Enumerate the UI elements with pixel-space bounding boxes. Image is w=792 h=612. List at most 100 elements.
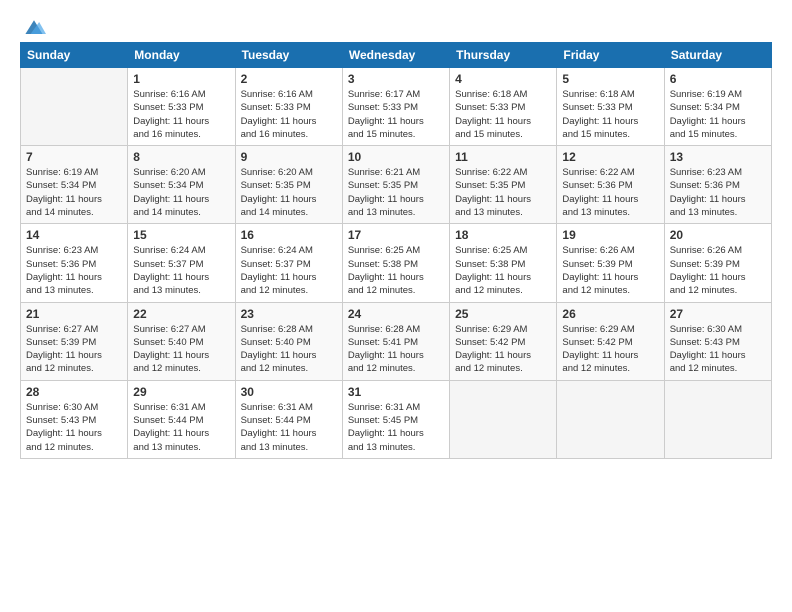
- day-cell: [557, 380, 664, 458]
- day-info: Sunrise: 6:24 AM Sunset: 5:37 PM Dayligh…: [241, 244, 337, 297]
- day-info: Sunrise: 6:25 AM Sunset: 5:38 PM Dayligh…: [455, 244, 551, 297]
- day-cell: [21, 68, 128, 146]
- day-info: Sunrise: 6:17 AM Sunset: 5:33 PM Dayligh…: [348, 88, 444, 141]
- day-cell: 14Sunrise: 6:23 AM Sunset: 5:36 PM Dayli…: [21, 224, 128, 302]
- day-info: Sunrise: 6:28 AM Sunset: 5:41 PM Dayligh…: [348, 323, 444, 376]
- day-info: Sunrise: 6:30 AM Sunset: 5:43 PM Dayligh…: [26, 401, 122, 454]
- day-number: 25: [455, 307, 551, 321]
- day-number: 30: [241, 385, 337, 399]
- day-info: Sunrise: 6:31 AM Sunset: 5:44 PM Dayligh…: [241, 401, 337, 454]
- day-number: 14: [26, 228, 122, 242]
- day-number: 10: [348, 150, 444, 164]
- day-cell: 18 Sunrise: 6:25 AM Sunset: 5:38 PM Dayli…: [450, 224, 557, 302]
- day-info: Sunrise: 6:20 AM Sunset: 5:35 PM Dayligh…: [241, 166, 337, 219]
- page-header: [20, 18, 772, 34]
- day-info: Sunrise: 6:16 AM Sunset: 5:33 PM Dayligh…: [133, 88, 229, 141]
- day-number: 2: [241, 72, 337, 86]
- day-cell: 5 Sunrise: 6:18 AM Sunset: 5:33 PM Daylig…: [557, 68, 664, 146]
- weekday-header-wednesday: Wednesday: [342, 43, 449, 68]
- day-cell: 20 Sunrise: 6:26 AM Sunset: 5:39 PM Dayli…: [664, 224, 771, 302]
- day-cell: 3 Sunrise: 6:17 AM Sunset: 5:33 PM Daylig…: [342, 68, 449, 146]
- day-number: 29: [133, 385, 229, 399]
- day-cell: 25 Sunrise: 6:29 AM Sunset: 5:42 PM Dayli…: [450, 302, 557, 380]
- day-cell: 26Sunrise: 6:29 AM Sunset: 5:42 PM Dayli…: [557, 302, 664, 380]
- day-cell: 21Sunrise: 6:27 AM Sunset: 5:39 PM Dayli…: [21, 302, 128, 380]
- weekday-header-monday: Monday: [128, 43, 235, 68]
- day-info: Sunrise: 6:18 AM Sunset: 5:33 PM Dayligh…: [562, 88, 658, 141]
- day-number: 22: [133, 307, 229, 321]
- week-row-3: 14Sunrise: 6:23 AM Sunset: 5:36 PM Dayli…: [21, 224, 772, 302]
- day-number: 28: [26, 385, 122, 399]
- day-info: Sunrise: 6:28 AM Sunset: 5:40 PM Dayligh…: [241, 323, 337, 376]
- day-info: Sunrise: 6:21 AM Sunset: 5:35 PM Dayligh…: [348, 166, 444, 219]
- day-number: 12: [562, 150, 658, 164]
- day-cell: 12 Sunrise: 6:22 AM Sunset: 5:36 PM Dayli…: [557, 146, 664, 224]
- day-cell: 28 Sunrise: 6:30 AM Sunset: 5:43 PM Dayli…: [21, 380, 128, 458]
- day-info: Sunrise: 6:23 AM Sunset: 5:36 PM Dayligh…: [670, 166, 766, 219]
- day-cell: 17 Sunrise: 6:25 AM Sunset: 5:38 PM Dayli…: [342, 224, 449, 302]
- day-cell: 4 Sunrise: 6:18 AM Sunset: 5:33 PM Daylig…: [450, 68, 557, 146]
- day-number: 24: [348, 307, 444, 321]
- day-number: 6: [670, 72, 766, 86]
- day-info: Sunrise: 6:26 AM Sunset: 5:39 PM Dayligh…: [670, 244, 766, 297]
- day-number: 9: [241, 150, 337, 164]
- day-number: 7: [26, 150, 122, 164]
- day-number: 3: [348, 72, 444, 86]
- week-row-2: 7 Sunrise: 6:19 AM Sunset: 5:34 PM Daylig…: [21, 146, 772, 224]
- day-number: 18: [455, 228, 551, 242]
- day-info: Sunrise: 6:22 AM Sunset: 5:36 PM Dayligh…: [562, 166, 658, 219]
- day-cell: 30 Sunrise: 6:31 AM Sunset: 5:44 PM Dayli…: [235, 380, 342, 458]
- day-cell: 6 Sunrise: 6:19 AM Sunset: 5:34 PM Daylig…: [664, 68, 771, 146]
- day-cell: 1 Sunrise: 6:16 AM Sunset: 5:33 PM Daylig…: [128, 68, 235, 146]
- day-info: Sunrise: 6:29 AM Sunset: 5:42 PM Dayligh…: [562, 323, 658, 376]
- weekday-header-tuesday: Tuesday: [235, 43, 342, 68]
- day-cell: 11Sunrise: 6:22 AM Sunset: 5:35 PM Dayli…: [450, 146, 557, 224]
- day-cell: [664, 380, 771, 458]
- day-info: Sunrise: 6:27 AM Sunset: 5:40 PM Dayligh…: [133, 323, 229, 376]
- day-cell: 27 Sunrise: 6:30 AM Sunset: 5:43 PM Dayli…: [664, 302, 771, 380]
- day-info: Sunrise: 6:26 AM Sunset: 5:39 PM Dayligh…: [562, 244, 658, 297]
- day-number: 19: [562, 228, 658, 242]
- day-info: Sunrise: 6:18 AM Sunset: 5:33 PM Dayligh…: [455, 88, 551, 141]
- day-cell: 10 Sunrise: 6:21 AM Sunset: 5:35 PM Dayli…: [342, 146, 449, 224]
- day-number: 27: [670, 307, 766, 321]
- day-number: 16: [241, 228, 337, 242]
- day-cell: 16 Sunrise: 6:24 AM Sunset: 5:37 PM Dayli…: [235, 224, 342, 302]
- day-info: Sunrise: 6:19 AM Sunset: 5:34 PM Dayligh…: [670, 88, 766, 141]
- day-number: 1: [133, 72, 229, 86]
- weekday-header-friday: Friday: [557, 43, 664, 68]
- day-cell: 23 Sunrise: 6:28 AM Sunset: 5:40 PM Dayli…: [235, 302, 342, 380]
- week-row-5: 28 Sunrise: 6:30 AM Sunset: 5:43 PM Dayli…: [21, 380, 772, 458]
- day-info: Sunrise: 6:30 AM Sunset: 5:43 PM Dayligh…: [670, 323, 766, 376]
- day-info: Sunrise: 6:16 AM Sunset: 5:33 PM Dayligh…: [241, 88, 337, 141]
- day-number: 31: [348, 385, 444, 399]
- day-info: Sunrise: 6:19 AM Sunset: 5:34 PM Dayligh…: [26, 166, 122, 219]
- day-info: Sunrise: 6:31 AM Sunset: 5:44 PM Dayligh…: [133, 401, 229, 454]
- day-number: 23: [241, 307, 337, 321]
- day-number: 8: [133, 150, 229, 164]
- day-number: 20: [670, 228, 766, 242]
- day-cell: 31 Sunrise: 6:31 AM Sunset: 5:45 PM Dayli…: [342, 380, 449, 458]
- day-info: Sunrise: 6:20 AM Sunset: 5:34 PM Dayligh…: [133, 166, 229, 219]
- logo: [20, 18, 46, 34]
- weekday-header-thursday: Thursday: [450, 43, 557, 68]
- day-number: 5: [562, 72, 658, 86]
- calendar-page: SundayMondayTuesdayWednesdayThursdayFrid…: [0, 0, 792, 612]
- day-number: 15: [133, 228, 229, 242]
- day-info: Sunrise: 6:25 AM Sunset: 5:38 PM Dayligh…: [348, 244, 444, 297]
- day-cell: 22 Sunrise: 6:27 AM Sunset: 5:40 PM Dayli…: [128, 302, 235, 380]
- week-row-1: 1 Sunrise: 6:16 AM Sunset: 5:33 PM Daylig…: [21, 68, 772, 146]
- day-info: Sunrise: 6:24 AM Sunset: 5:37 PM Dayligh…: [133, 244, 229, 297]
- day-cell: 2 Sunrise: 6:16 AM Sunset: 5:33 PM Daylig…: [235, 68, 342, 146]
- logo-icon: [22, 18, 46, 38]
- weekday-header-row: SundayMondayTuesdayWednesdayThursdayFrid…: [21, 43, 772, 68]
- day-number: 17: [348, 228, 444, 242]
- day-cell: 24 Sunrise: 6:28 AM Sunset: 5:41 PM Dayli…: [342, 302, 449, 380]
- day-info: Sunrise: 6:31 AM Sunset: 5:45 PM Dayligh…: [348, 401, 444, 454]
- day-info: Sunrise: 6:29 AM Sunset: 5:42 PM Dayligh…: [455, 323, 551, 376]
- day-number: 11: [455, 150, 551, 164]
- day-cell: 29 Sunrise: 6:31 AM Sunset: 5:44 PM Dayli…: [128, 380, 235, 458]
- day-info: Sunrise: 6:27 AM Sunset: 5:39 PM Dayligh…: [26, 323, 122, 376]
- day-number: 4: [455, 72, 551, 86]
- day-cell: 19 Sunrise: 6:26 AM Sunset: 5:39 PM Dayli…: [557, 224, 664, 302]
